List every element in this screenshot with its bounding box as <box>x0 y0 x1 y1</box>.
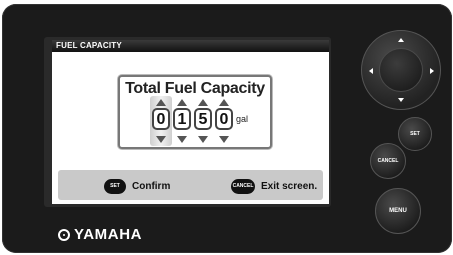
digit-thousands[interactable]: 0 <box>152 108 170 130</box>
digit-column-ones[interactable]: 0 <box>215 99 233 143</box>
set-hint-text: Confirm <box>132 180 171 192</box>
set-hint: SET Confirm <box>104 178 170 194</box>
menu-button[interactable]: MENU <box>375 188 421 234</box>
brand-name: YAMAHA <box>74 226 143 243</box>
dpad-center-button[interactable] <box>379 48 423 92</box>
dpad-down-icon[interactable] <box>398 98 404 102</box>
decrement-arrow-icon[interactable] <box>156 136 166 143</box>
cancel-hint-text: Exit screen. <box>261 180 318 192</box>
decrement-arrow-icon[interactable] <box>177 136 187 143</box>
increment-arrow-icon[interactable] <box>219 99 229 106</box>
digit-column-tens[interactable]: 5 <box>194 99 212 143</box>
fuel-capacity-dialog: Total Fuel Capacity 0 1 5 0 gal <box>118 75 272 149</box>
decrement-arrow-icon[interactable] <box>219 136 229 143</box>
increment-arrow-icon[interactable] <box>198 99 208 106</box>
dpad-left-icon[interactable] <box>369 68 373 74</box>
set-button[interactable]: SET <box>398 117 432 151</box>
unit-label: gal <box>236 114 249 124</box>
tuning-fork-emblem-icon <box>58 228 70 241</box>
display-screen: FUEL CAPACITY Total Fuel Capacity 0 1 5 … <box>52 40 329 204</box>
dpad-right-icon[interactable] <box>430 68 434 74</box>
increment-arrow-icon[interactable] <box>177 99 187 106</box>
digit-hundreds[interactable]: 1 <box>173 108 191 130</box>
digit-tens[interactable]: 5 <box>194 108 212 130</box>
digit-column-thousands[interactable]: 0 <box>150 96 172 146</box>
cancel-badge-icon: CANCEL <box>231 178 255 194</box>
brand-logo: YAMAHA <box>58 226 142 243</box>
digit-ones[interactable]: 0 <box>215 108 233 130</box>
cancel-button[interactable]: CANCEL <box>370 143 406 179</box>
digit-column-hundreds[interactable]: 1 <box>173 99 191 143</box>
dpad-up-icon[interactable] <box>398 38 404 42</box>
increment-arrow-icon[interactable] <box>156 99 166 106</box>
decrement-arrow-icon[interactable] <box>198 136 208 143</box>
screen-title: FUEL CAPACITY <box>52 40 329 52</box>
directional-pad[interactable] <box>361 30 441 110</box>
hint-bar: SET Confirm CANCEL Exit screen. <box>58 170 323 200</box>
cancel-hint: CANCEL Exit screen. <box>231 178 317 194</box>
dialog-title: Total Fuel Capacity <box>125 80 265 97</box>
set-badge-icon: SET <box>104 178 126 194</box>
